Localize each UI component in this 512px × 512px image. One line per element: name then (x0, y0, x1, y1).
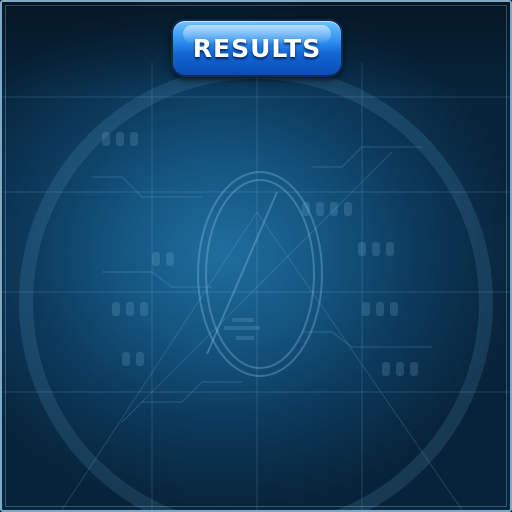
results-label: RESULTS (192, 33, 322, 63)
results-screen: RESULTS (0, 0, 512, 512)
results-button[interactable]: RESULTS (171, 19, 343, 77)
